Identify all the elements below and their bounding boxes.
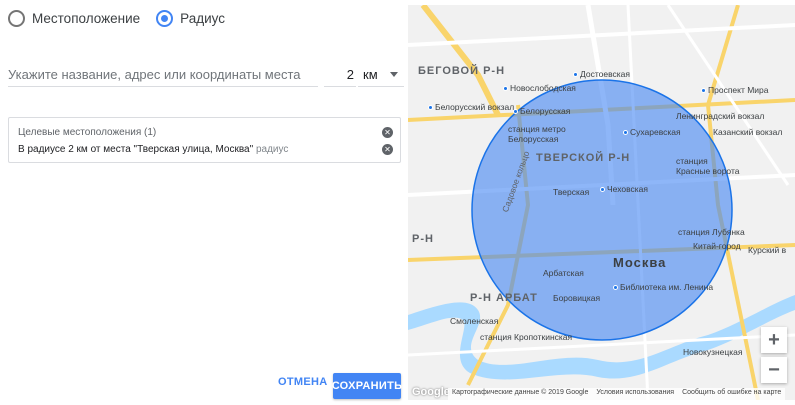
label-tverskoy: ТВЕРСКОЙ Р-Н: [536, 152, 631, 164]
target-location-item: В радиусе 2 км от места "Тверская улица,…: [18, 144, 288, 155]
cancel-button[interactable]: ОТМЕНА: [278, 376, 327, 388]
label-prospekt-mira: Проспект Мира: [701, 85, 769, 95]
zoom-out-button[interactable]: −: [761, 357, 787, 383]
radio-location[interactable]: Местоположение: [8, 10, 140, 27]
label-krasnye-vorota: станция Красные ворота: [676, 156, 740, 176]
map-copyright: Картографические данные © 2019 Google: [452, 389, 589, 396]
google-logo: Google: [412, 386, 450, 398]
distance-unit-label: км: [363, 66, 378, 82]
label-sukharevskaya: Сухаревская: [623, 127, 681, 137]
label-rn-left: Р-Н: [412, 233, 434, 245]
mode-selector: Местоположение Радиус: [8, 10, 241, 27]
label-borovitskaya: Боровицкая: [553, 293, 601, 303]
distance-unit-select[interactable]: км: [358, 62, 404, 87]
radio-location-label: Местоположение: [32, 11, 141, 26]
road-1: [420, 5, 501, 117]
map-view[interactable]: БЕГОВОЙ Р-Н Новослободская Достоевская Б…: [408, 5, 795, 400]
label-metro-belorusskaya: станция метро Белорусская: [508, 124, 566, 144]
target-locations-box: Целевые местоположения (1) ✕ В радиусе 2…: [8, 117, 401, 163]
label-lenin-library: Библиотека им. Ленина: [613, 282, 713, 292]
label-begovoy: БЕГОВОЙ Р-Н: [418, 65, 506, 77]
radio-radius[interactable]: Радиус: [156, 10, 225, 27]
location-panel: Местоположение Радиус км Целевые местопо…: [0, 0, 408, 405]
radio-location-circle[interactable]: [8, 10, 25, 27]
map-footer: Картографические данные © 2019 Google Ус…: [448, 388, 786, 400]
road-7: [408, 23, 795, 47]
label-lubyanka: станция Лубянка: [678, 227, 745, 237]
label-kitay-gorod: Китай-город: [693, 241, 741, 251]
label-leningradsky: Ленинградский вокзал: [676, 111, 765, 121]
save-button[interactable]: СОХРАНИТЬ: [332, 373, 402, 399]
label-belorussky: Белорусский вокзал: [428, 102, 514, 112]
label-novoslobodskaya: Новослободская: [503, 83, 576, 93]
label-moskva: Москва: [613, 255, 667, 270]
label-chekhovskaya: Чеховская: [600, 184, 648, 194]
zoom-in-button[interactable]: +: [761, 327, 787, 353]
label-belorusskaya: Белорусская: [513, 106, 570, 116]
label-tverskaya: Тверская: [553, 187, 590, 197]
radius-distance-input[interactable]: [324, 62, 356, 87]
label-kropotkinskaya: станция Кропоткинская: [480, 332, 573, 342]
label-kursky: Курский в: [748, 245, 787, 255]
label-kazansky: Казанский вокзал: [713, 127, 783, 137]
label-arbatskaya: Арбатская: [543, 268, 584, 278]
map-terms-link[interactable]: Условия использования: [596, 389, 674, 399]
radio-radius-circle[interactable]: [156, 10, 174, 27]
place-search-input[interactable]: [8, 62, 318, 87]
clear-all-icon[interactable]: ✕: [382, 127, 393, 138]
radio-radius-label: Радиус: [180, 11, 225, 26]
label-novokuznetskaya: Новокузнецкая: [683, 347, 743, 357]
caret-down-icon: [390, 72, 398, 77]
map-report-link[interactable]: Сообщить об ошибке на карте: [682, 389, 781, 399]
target-location-text: В радиусе 2 км от места "Тверская улица,…: [18, 144, 254, 155]
label-dostoevskaya: Достоевская: [573, 69, 630, 79]
target-location-type: радиус: [255, 144, 289, 155]
label-arbat: Р-Н АРБАТ: [470, 292, 538, 304]
remove-location-icon[interactable]: ✕: [382, 144, 393, 155]
label-smolenskaya: Смоленская: [450, 316, 499, 326]
target-locations-header: Целевые местоположения (1): [18, 127, 157, 138]
